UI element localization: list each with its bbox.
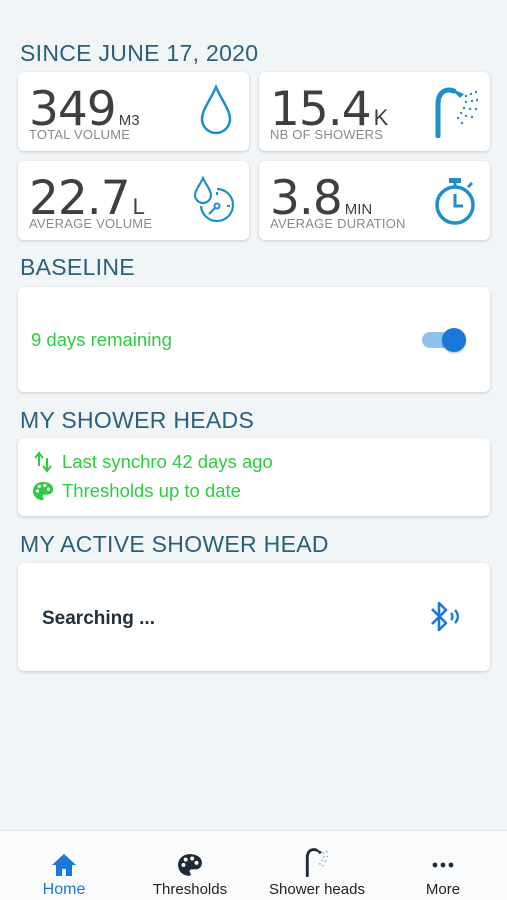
summary-title: SINCE JUNE 17, 2020 [20,40,259,66]
baseline-toggle[interactable] [422,327,466,352]
more-dots-icon [430,843,456,877]
bluetooth-searching-icon[interactable] [426,599,462,640]
tab-home-label: Home [42,881,86,898]
toggle-knob [442,328,466,352]
home-icon [51,843,77,877]
active-head-title: MY ACTIVE SHOWER HEAD [20,531,329,557]
total-volume-label: TOTAL VOLUME [29,127,131,142]
nb-showers-label: NB OF SHOWERS [270,127,384,142]
average-volume-label: AVERAGE VOLUME [29,216,153,231]
baseline-card: 9 days remaining [18,287,490,392]
active-head-card[interactable]: Searching ... [18,563,490,671]
average-duration-label: AVERAGE DURATION [270,216,406,231]
tab-bar: Home Thresholds Shower heads More [0,830,507,900]
palette-icon [177,843,203,877]
tab-thresholds[interactable]: Thresholds [127,831,253,900]
sync-arrows-icon [32,451,54,473]
thresholds-row: Thresholds up to date [32,480,241,502]
tab-more-label: More [425,881,461,898]
tab-home[interactable]: Home [1,831,127,900]
shower-heads-title: MY SHOWER HEADS [20,407,255,433]
tab-thresholds-label: Thresholds [152,881,228,898]
thresholds-text: Thresholds up to date [62,480,241,501]
drop-gauge-icon [191,175,237,230]
shower-head-icon [430,82,480,143]
tab-shower-heads[interactable]: Shower heads [254,831,380,900]
status-bar [0,0,507,28]
stat-card-total-volume: 349 M3 TOTAL VOLUME [18,72,249,151]
home-screen: SINCE JUNE 17, 2020 349 M3 TOTAL VOLUME … [0,0,507,900]
baseline-title: BASELINE [20,254,135,280]
stat-card-nb-showers: 15.4 K NB OF SHOWERS [259,72,490,151]
stat-card-average-volume: 22.7 L AVERAGE VOLUME [18,161,249,240]
stopwatch-icon [432,176,478,231]
sync-row: Last synchro 42 days ago [32,451,273,473]
stat-card-average-duration: 3.8 MIN AVERAGE DURATION [259,161,490,240]
water-drop-icon [199,83,233,141]
sync-text: Last synchro 42 days ago [62,451,273,472]
shower-heads-card[interactable]: Last synchro 42 days ago Thresholds up t… [18,438,490,516]
active-head-status: Searching ... [42,608,155,629]
tab-more[interactable]: More [380,831,506,900]
tab-shower-heads-label: Shower heads [269,881,365,898]
shower-head-icon [301,843,333,877]
baseline-status: 9 days remaining [31,329,172,350]
palette-icon [32,480,54,502]
